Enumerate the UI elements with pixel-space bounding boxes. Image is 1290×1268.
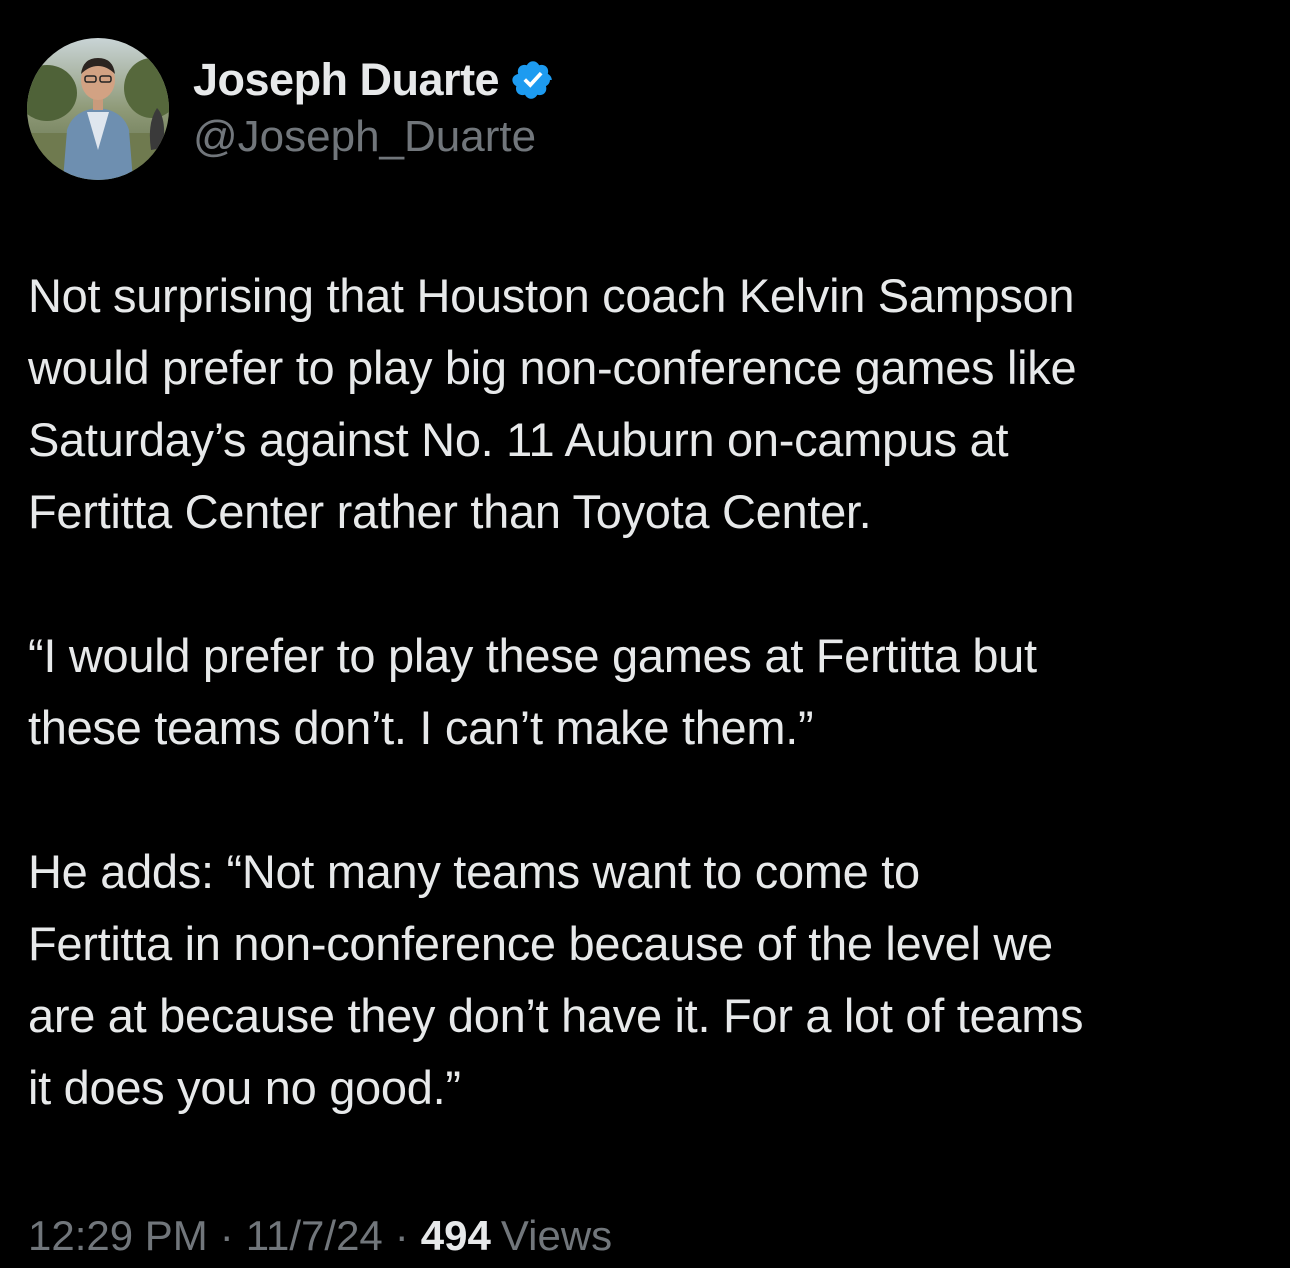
meta-separator: · (394, 1212, 409, 1259)
tweet-date[interactable]: 11/7/24 (246, 1212, 383, 1260)
tweet-line: Fertitta Center rather than Toyota Cente… (28, 485, 872, 538)
tweet-line: He adds: “Not many teams want to come to (28, 845, 920, 898)
verified-badge-icon (511, 58, 555, 102)
views-label: Views (500, 1212, 613, 1259)
tweet-text: Not surprising that Houston coach Kelvin… (28, 260, 1278, 1124)
meta-separator: · (219, 1212, 234, 1259)
tweet-paragraph: “I would prefer to play these games at F… (28, 620, 1278, 764)
views-count: 494 (420, 1212, 491, 1259)
tweet-line: these teams don’t. I can’t make them.” (28, 701, 814, 754)
avatar-photo (27, 38, 169, 180)
tweet-line: Fertitta in non-conference because of th… (28, 917, 1053, 970)
avatar[interactable] (27, 38, 169, 180)
tweet-paragraph: He adds: “Not many teams want to come to… (28, 836, 1278, 1124)
tweet-line: it does you no good.” (28, 1061, 461, 1114)
name-row: Joseph Duarte (193, 50, 555, 110)
tweet-line: are at because they don’t have it. For a… (28, 989, 1084, 1042)
display-name[interactable]: Joseph Duarte (193, 54, 500, 106)
handle[interactable]: @Joseph_Duarte (193, 112, 536, 162)
tweet-line: Saturday’s against No. 11 Auburn on-camp… (28, 413, 1009, 466)
tweet-line: “I would prefer to play these games at F… (28, 629, 1037, 682)
tweet-line: Not surprising that Houston coach Kelvin… (28, 269, 1075, 322)
tweet-meta: 12:29 PM · 11/7/24 · 494 Views (28, 1212, 612, 1260)
tweet-paragraph: Not surprising that Houston coach Kelvin… (28, 260, 1278, 548)
tweet-time[interactable]: 12:29 PM (28, 1212, 208, 1260)
tweet: Joseph Duarte @Joseph_Duarte Not surpris… (0, 0, 1290, 1268)
tweet-line: would prefer to play big non-conference … (28, 341, 1077, 394)
